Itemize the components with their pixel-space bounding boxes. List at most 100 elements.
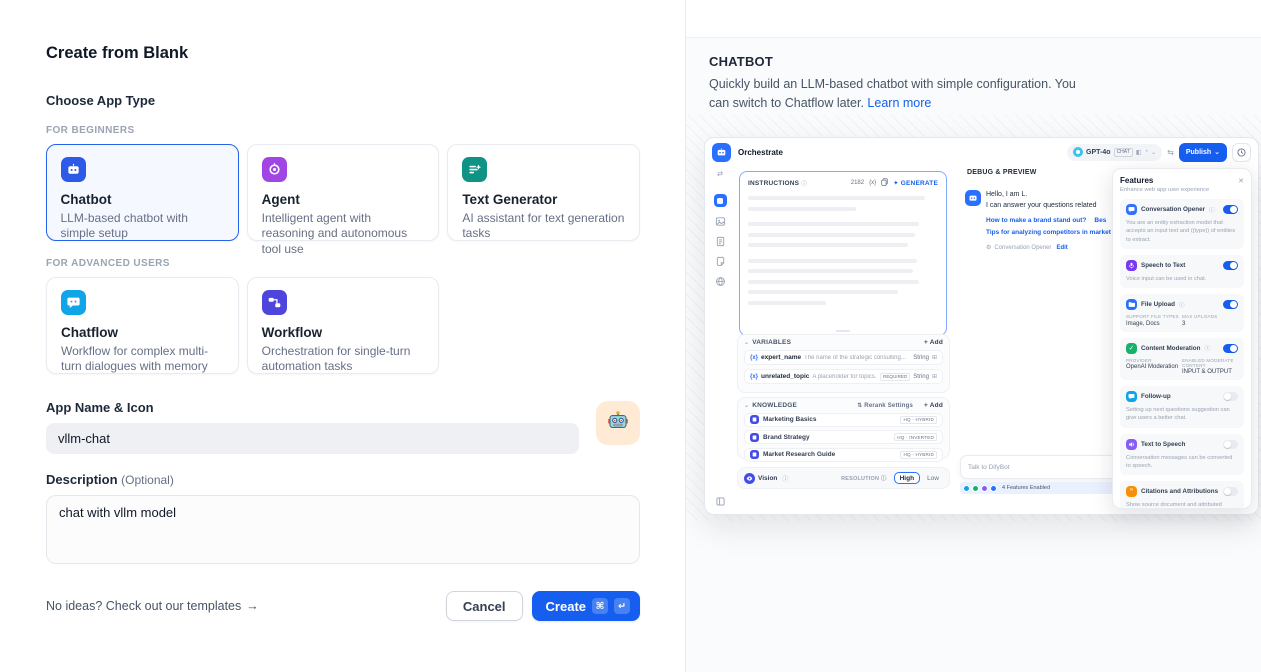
add-knowledge-button[interactable]: + Add [924,402,943,409]
card-title: Workflow [262,325,425,340]
knowledge-badge: HQ · HYBRID [900,416,937,424]
card-desc: AI assistant for text generation tasks [462,211,625,242]
feature-kv-value: 3 [1182,321,1238,327]
card-desc: Workflow for complex multi-turn dialogue… [61,344,224,375]
suggested-question[interactable]: How to make a brand stand out? [986,217,1086,224]
for-beginners-label: FOR BEGINNERS [46,125,640,136]
collapse-panel-icon[interactable] [716,497,725,506]
feature-desc: Voice input can be used in chat. [1126,275,1238,283]
mock-topbar: Orchestrate GPT-4o CHAT ◧ ◔ ⌄ ⇆ Publish … [705,138,1258,166]
app-icon-button[interactable] [596,401,640,445]
enter-key-icon: ↵ [614,598,630,614]
resolution-high-option[interactable]: High [894,472,920,484]
model-selector[interactable]: GPT-4o CHAT ◧ ◔ ⌄ [1067,144,1162,161]
globe-icon[interactable] [715,276,726,287]
document-icon[interactable] [715,236,726,247]
templates-link[interactable]: No ideas? Check out our templates → [46,599,259,613]
opener-label: Conversation Opener [994,245,1051,251]
publish-button[interactable]: Publish ⌄ [1179,143,1227,162]
workflow-icon [262,290,287,315]
add-variable-button[interactable]: + Add [924,339,943,346]
toggle[interactable] [1223,261,1238,270]
app-type-card-workflow[interactable]: Workflow Orchestration for single-turn a… [247,277,440,374]
rerank-settings-button[interactable]: ⇅ Rerank Settings [857,402,913,409]
close-icon[interactable]: ✕ [1238,177,1244,185]
toggle[interactable] [1223,487,1238,496]
feature-kv-key: ENABLED MODERATE CONTENT [1182,358,1238,368]
variable-row[interactable]: {x} unrelated_topic A placeholder for to… [744,369,943,384]
orchestrate-tab-icon[interactable] [714,194,727,207]
knowledge-row[interactable]: Market Research Guide HQ · HYBRID [744,448,943,462]
preview-top-strip [686,0,1261,38]
knowledge-row[interactable]: Marketing Basics HQ · HYBRID [744,413,943,427]
knowledge-name: Brand Strategy [763,434,890,441]
chevron-down-icon[interactable]: ⌄ [744,402,749,409]
learn-more-link[interactable]: Learn more [867,96,931,110]
mock-topbar-right: GPT-4o CHAT ◧ ◔ ⌄ ⇆ Publish ⌄ [1067,143,1251,162]
publish-label: Publish [1186,149,1211,156]
feature-kv-value: Image, Docs [1126,321,1182,327]
variable-settings-icon[interactable]: ⊞ [932,354,937,361]
image-icon[interactable] [715,216,726,227]
card-desc: Intelligent agent with reasoning and aut… [262,211,425,257]
toggle[interactable] [1223,300,1238,309]
resolution-low-option[interactable]: Low [923,473,943,483]
toggle[interactable] [1223,392,1238,401]
shield-check-icon: ✓ [1126,343,1137,354]
feature-dot-upload-icon [990,485,997,492]
features-enabled-bar[interactable]: 4 Features Enabled [960,482,1130,494]
chevron-down-icon: ⌄ [1151,149,1156,156]
knowledge-row[interactable]: Brand Strategy HQ · INVERTED [744,430,943,444]
exchange-icon[interactable]: ⇄ [717,170,723,178]
info-icon: ⓘ [782,474,788,483]
preview-description: Quickly build an LLM-based chatbot with … [709,75,1081,114]
variable-row[interactable]: {x} expert_name The name of the strategi… [744,350,943,365]
advanced-app-type-cards: Chatflow Workflow for complex multi-turn… [46,277,640,374]
app-type-card-chatbot[interactable]: Chatbot LLM-based chatbot with simple se… [46,144,239,241]
create-button-label: Create [546,599,586,614]
description-textarea[interactable]: chat with vllm model [46,495,640,564]
variable-settings-icon[interactable]: ⊞ [932,373,937,380]
suggested-question[interactable]: Bes [1094,217,1106,224]
feature-title: Content Moderation [1141,345,1200,352]
add-label: Add [930,402,943,409]
history-icon-button[interactable] [1232,143,1251,162]
note-icon[interactable] [715,256,726,267]
feature-dot-speech-icon [981,485,988,492]
bot-greeting-message: Hello, I am L. I can answer your questio… [965,190,1117,251]
toggle[interactable] [1223,205,1238,214]
chatbot-icon [61,157,86,182]
toggle[interactable] [1223,440,1238,449]
cancel-button[interactable]: Cancel [446,591,523,621]
agent-icon [262,157,287,182]
create-button[interactable]: Create ⌘ ↵ [532,591,640,621]
app-type-card-agent[interactable]: Agent Intelligent agent with reasoning a… [247,144,440,241]
add-label: Add [930,339,943,346]
chevron-down-icon[interactable]: ⌄ [744,339,749,346]
vision-row: Vision ⓘ RESOLUTION ⓘ High Low [737,467,950,489]
variable-token: {x} [750,374,758,380]
info-icon: ⓘ [1209,206,1215,214]
info-icon: ⓘ [801,179,807,188]
description-optional-text: (Optional) [121,473,174,487]
variable-token-icon[interactable]: {x} [869,180,876,186]
chat-input[interactable]: Talk to DifyBot [960,455,1130,479]
tune-icon[interactable]: ⇆ [1167,148,1174,157]
generate-button[interactable]: ✦ GENERATE [893,179,938,187]
edit-link[interactable]: Edit [1056,245,1067,251]
app-type-card-text-generator[interactable]: Text Generator AI assistant for text gen… [447,144,640,241]
microphone-icon [1126,260,1137,271]
copy-icon[interactable] [881,178,888,188]
generate-label: GENERATE [901,180,938,187]
app-type-card-chatflow[interactable]: Chatflow Workflow for complex multi-turn… [46,277,239,374]
variable-type: String [913,374,929,380]
app-name-label: App Name & Icon [46,400,640,415]
toggle[interactable] [1223,344,1238,353]
app-name-input[interactable] [46,423,579,454]
suggested-question[interactable]: Tips for analyzing competitors in market [986,229,1111,236]
description-label-text: Description [46,472,118,487]
greeting-line-2: I can answer your questions related [986,202,1097,209]
feature-kv-value: OpenAI Moderation [1126,364,1182,370]
variable-desc: A placeholder for topics... [812,374,877,380]
resize-handle[interactable] [836,330,850,332]
